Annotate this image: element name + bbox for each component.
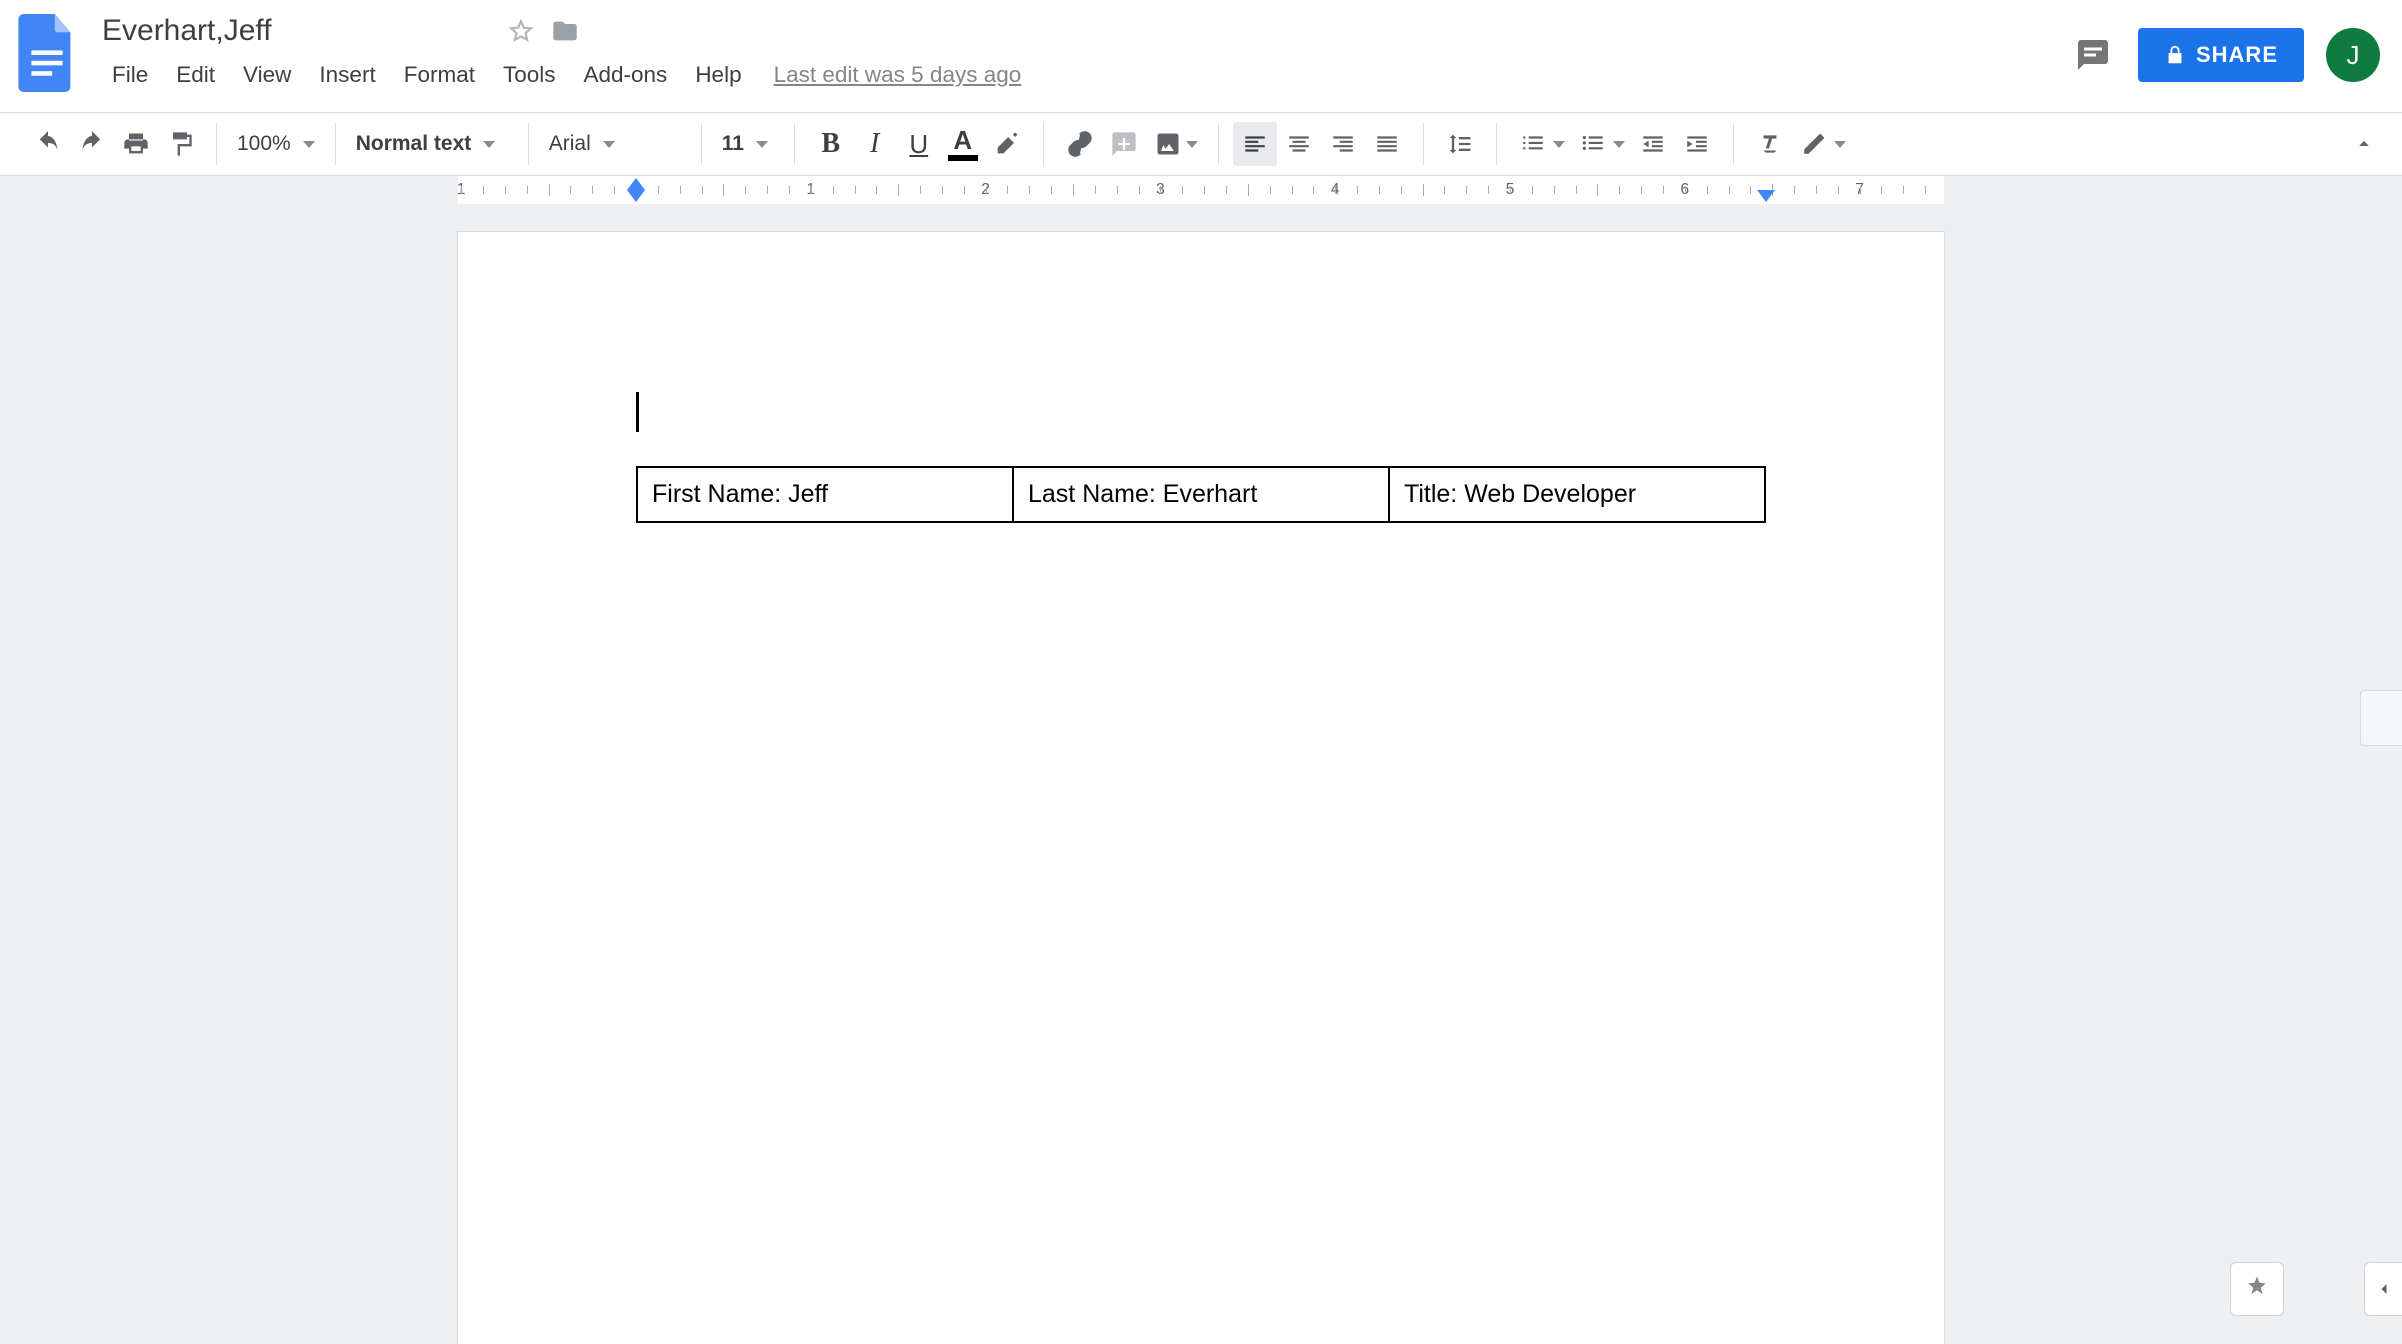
caret-down-icon [303,141,315,148]
align-left-icon[interactable] [1233,122,1277,166]
bold-icon[interactable]: B [809,122,853,166]
highlight-icon[interactable] [985,122,1029,166]
account-avatar[interactable]: J [2326,28,2380,82]
menu-bar: File Edit View Insert Format Tools Add-o… [98,56,2384,94]
caret-down-icon[interactable] [1186,141,1198,148]
menu-addons[interactable]: Add-ons [570,56,682,94]
paint-format-icon[interactable] [158,122,202,166]
font-family-value: Arial [549,132,591,156]
table-row[interactable]: First Name: Jeff Last Name: Everhart Tit… [637,467,1765,522]
caret-down-icon [603,141,615,148]
content-table[interactable]: First Name: Jeff Last Name: Everhart Tit… [636,466,1766,523]
caret-down-icon[interactable] [1613,141,1625,148]
explore-icon[interactable] [2230,1262,2284,1316]
share-button[interactable]: SHARE [2138,28,2304,82]
text-color-swatch [948,155,978,161]
share-label: SHARE [2196,42,2278,68]
decrease-indent-icon[interactable] [1631,122,1675,166]
editing-mode-icon[interactable] [1792,122,1836,166]
align-justify-icon[interactable] [1365,122,1409,166]
header: File Edit View Insert Format Tools Add-o… [0,0,2402,112]
docs-logo-icon[interactable] [18,14,76,92]
title-row [98,10,2384,50]
document-title-input[interactable] [98,12,492,50]
menu-edit[interactable]: Edit [162,56,229,94]
font-size-value: 11 [722,132,744,156]
table-cell[interactable]: Title: Web Developer [1389,467,1765,522]
menu-tools[interactable]: Tools [489,56,570,94]
menu-help[interactable]: Help [681,56,755,94]
title-area: File Edit View Insert Format Tools Add-o… [98,10,2384,94]
show-side-panel-icon[interactable] [2364,1262,2402,1316]
star-icon[interactable] [506,16,536,46]
table-cell[interactable]: First Name: Jeff [637,467,1013,522]
numbered-list-icon[interactable] [1511,122,1555,166]
ruler[interactable]: 11234567 [0,176,2402,204]
zoom-dropdown[interactable]: 100% [223,122,329,166]
toolbar: 100% Normal text Arial 11 B I U A [0,112,2402,176]
menu-file[interactable]: File [98,56,162,94]
undo-icon[interactable] [26,122,70,166]
collapse-toolbar-icon[interactable] [2342,122,2386,166]
clear-formatting-icon[interactable] [1748,122,1792,166]
text-color-button[interactable]: A [941,122,985,166]
align-center-icon[interactable] [1277,122,1321,166]
redo-icon[interactable] [70,122,114,166]
insert-image-icon[interactable] [1146,122,1190,166]
table-cell[interactable]: Last Name: Everhart [1013,467,1389,522]
text-color-a-icon: A [953,127,972,153]
document-canvas[interactable]: First Name: Jeff Last Name: Everhart Tit… [0,204,2402,1344]
right-indent-marker[interactable] [1757,190,1775,202]
header-actions: SHARE J [2070,28,2380,82]
lock-icon [2164,44,2186,66]
italic-icon[interactable]: I [853,122,897,166]
bulleted-list-icon[interactable] [1571,122,1615,166]
last-edit-link[interactable]: Last edit was 5 days ago [774,62,1022,88]
comments-icon[interactable] [2070,32,2116,78]
print-icon[interactable] [114,122,158,166]
caret-down-icon [756,141,768,148]
caret-down-icon [483,141,495,148]
insert-link-icon[interactable] [1058,122,1102,166]
first-line-indent-marker[interactable] [627,178,645,190]
align-right-icon[interactable] [1321,122,1365,166]
font-size-dropdown[interactable]: 11 [708,122,788,166]
font-family-dropdown[interactable]: Arial [535,122,695,166]
left-indent-marker[interactable] [627,190,645,202]
menu-insert[interactable]: Insert [305,56,389,94]
side-panel-tab[interactable] [2360,690,2402,746]
caret-down-icon[interactable] [1553,141,1565,148]
increase-indent-icon[interactable] [1675,122,1719,166]
insert-comment-icon[interactable] [1102,122,1146,166]
caret-down-icon[interactable] [1834,141,1846,148]
paragraph-style-dropdown[interactable]: Normal text [342,122,522,166]
zoom-value: 100% [237,132,291,156]
menu-view[interactable]: View [229,56,305,94]
page[interactable]: First Name: Jeff Last Name: Everhart Tit… [458,232,1944,1344]
text-cursor [636,392,639,432]
folder-icon[interactable] [550,16,580,46]
toolbar-separator [216,123,217,165]
menu-format[interactable]: Format [390,56,489,94]
underline-icon[interactable]: U [897,122,941,166]
line-spacing-icon[interactable] [1438,122,1482,166]
paragraph-style-value: Normal text [356,132,472,156]
